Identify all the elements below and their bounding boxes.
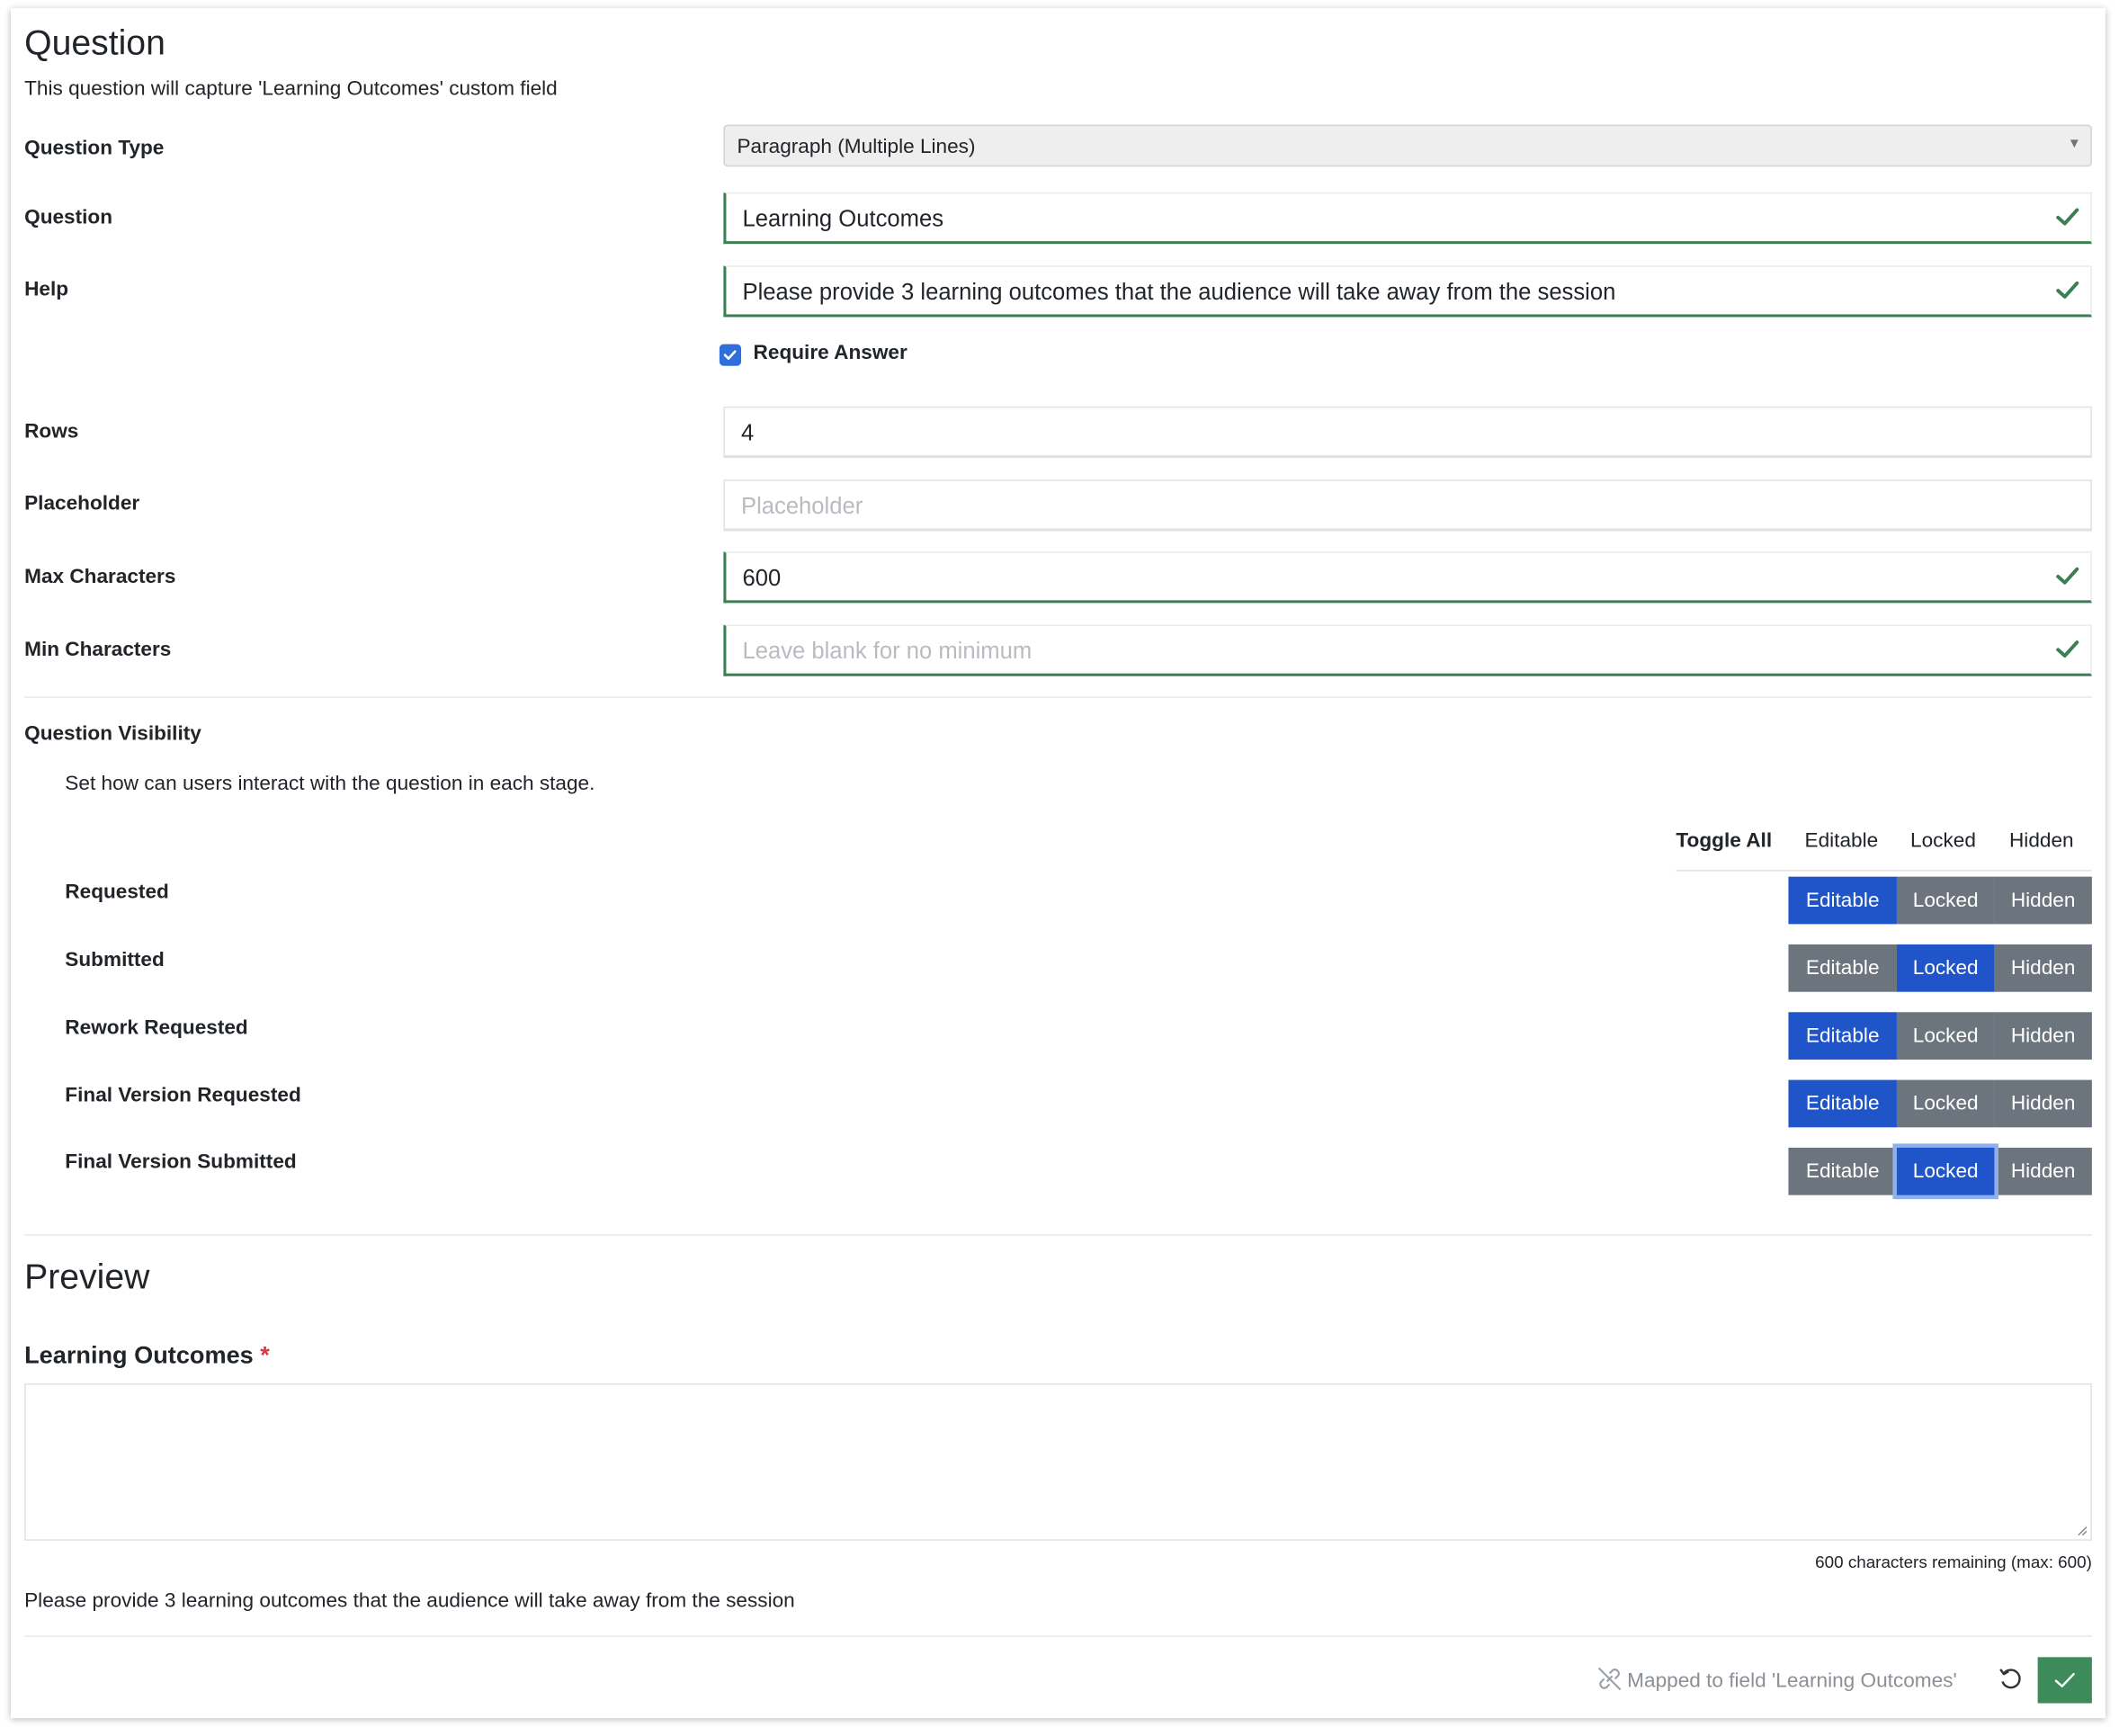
help-input-value: Please provide 3 learning outcomes that … — [742, 279, 1616, 305]
editable-button[interactable]: Editable — [1788, 1079, 1897, 1128]
editable-button[interactable]: Editable — [1788, 1147, 1897, 1195]
hidden-button[interactable]: Hidden — [1994, 944, 2092, 992]
max-characters-input[interactable]: 600 — [723, 551, 2092, 604]
check-icon — [2054, 1672, 2075, 1687]
resize-grip-icon[interactable] — [2074, 1523, 2088, 1536]
undo-icon[interactable] — [1997, 1665, 2024, 1692]
editable-button[interactable]: Editable — [1788, 944, 1897, 992]
locked-button[interactable]: Locked — [1896, 1012, 1995, 1060]
valid-check-icon — [2056, 567, 2079, 585]
page-subtitle: This question will capture 'Learning Out… — [24, 76, 558, 101]
help-label: Help — [24, 277, 69, 301]
stage-label-rework-requested: Rework Requested — [65, 1016, 248, 1040]
placeholder-label: Placeholder — [24, 491, 140, 515]
locked-button[interactable]: Locked — [1896, 1079, 1995, 1128]
preview-field-label-text: Learning Outcomes — [24, 1341, 254, 1369]
rows-input-value: 4 — [741, 419, 755, 446]
hidden-button[interactable]: Hidden — [1994, 1012, 2092, 1060]
hidden-button[interactable]: Hidden — [1994, 876, 2092, 925]
preview-help-text: Please provide 3 learning outcomes that … — [24, 1589, 795, 1613]
question-label: Question — [24, 205, 113, 229]
stage-label-final-version-requested: Final Version Requested — [65, 1084, 301, 1107]
required-mark: * — [260, 1341, 270, 1369]
locked-button[interactable]: Locked — [1896, 944, 1995, 992]
page-title: Question — [24, 22, 165, 63]
help-input[interactable]: Please provide 3 learning outcomes that … — [723, 265, 2092, 318]
visibility-toggle-rework-requested: Editable Locked Hidden — [1788, 1012, 2092, 1060]
checkbox-check-icon — [723, 350, 737, 360]
question-editor-panel: Question This question will capture 'Lea… — [11, 8, 2106, 1719]
question-input-value: Learning Outcomes — [742, 205, 944, 232]
require-answer-checkbox[interactable] — [719, 344, 742, 366]
save-button[interactable] — [2037, 1657, 2092, 1704]
stage-label-submitted: Submitted — [65, 948, 165, 972]
locked-button[interactable]: Locked — [1896, 876, 1995, 925]
question-type-select[interactable]: Paragraph (Multiple Lines) ▼ — [723, 124, 2092, 167]
toggle-all-hidden[interactable]: Hidden — [2009, 829, 2074, 853]
editable-button[interactable]: Editable — [1788, 1012, 1897, 1060]
visibility-toggle-final-version-submitted: Editable Locked Hidden — [1788, 1147, 2092, 1195]
visibility-title: Question Visibility — [24, 721, 201, 746]
valid-check-icon — [2056, 281, 2079, 299]
placeholder-input-placeholder: Placeholder — [741, 493, 863, 519]
preview-title: Preview — [24, 1256, 150, 1297]
question-input[interactable]: Learning Outcomes — [723, 192, 2092, 245]
visibility-toggle-final-version-requested: Editable Locked Hidden — [1788, 1079, 2092, 1128]
preview-textarea[interactable] — [24, 1383, 2092, 1541]
hidden-button[interactable]: Hidden — [1994, 1147, 2092, 1195]
toggle-all-editable[interactable]: Editable — [1805, 829, 1879, 853]
dropdown-caret-icon: ▼ — [2067, 137, 2081, 152]
editable-button[interactable]: Editable — [1788, 876, 1897, 925]
visibility-toggle-requested: Editable Locked Hidden — [1788, 876, 2092, 925]
unlink-icon — [1597, 1667, 1622, 1691]
divider — [24, 1635, 2092, 1637]
rows-label: Rows — [24, 419, 79, 443]
char-counter: 600 characters remaining (max: 600) — [1815, 1553, 2092, 1572]
rows-input[interactable]: 4 — [723, 406, 2092, 459]
valid-check-icon — [2056, 640, 2079, 658]
toggle-all-underline — [1676, 870, 2092, 872]
question-type-label: Question Type — [24, 137, 165, 160]
min-characters-input[interactable]: Leave blank for no minimum — [723, 624, 2092, 676]
min-characters-label: Min Characters — [24, 638, 172, 662]
preview-field-label: Learning Outcomes * — [24, 1341, 270, 1370]
visibility-toggle-submitted: Editable Locked Hidden — [1788, 944, 2092, 992]
hidden-button[interactable]: Hidden — [1994, 1079, 2092, 1128]
valid-check-icon — [2056, 208, 2079, 226]
placeholder-input[interactable]: Placeholder — [723, 479, 2092, 532]
stage-label-final-version-submitted: Final Version Submitted — [65, 1150, 297, 1174]
max-characters-label: Max Characters — [24, 565, 176, 588]
max-characters-value: 600 — [742, 565, 782, 591]
mapped-field-text: Mapped to field 'Learning Outcomes' — [1627, 1669, 1957, 1693]
toggle-all-locked[interactable]: Locked — [1910, 829, 1976, 853]
divider — [24, 1234, 2092, 1236]
visibility-description: Set how can users interact with the ques… — [65, 772, 595, 796]
stage-label-requested: Requested — [65, 881, 169, 904]
locked-button[interactable]: Locked — [1896, 1147, 1995, 1195]
question-type-value: Paragraph (Multiple Lines) — [737, 135, 976, 159]
divider — [24, 696, 2092, 698]
min-characters-placeholder: Leave blank for no minimum — [742, 638, 1033, 665]
toggle-all-label: Toggle All — [1676, 828, 1773, 853]
require-answer-label[interactable]: Require Answer — [754, 342, 908, 365]
